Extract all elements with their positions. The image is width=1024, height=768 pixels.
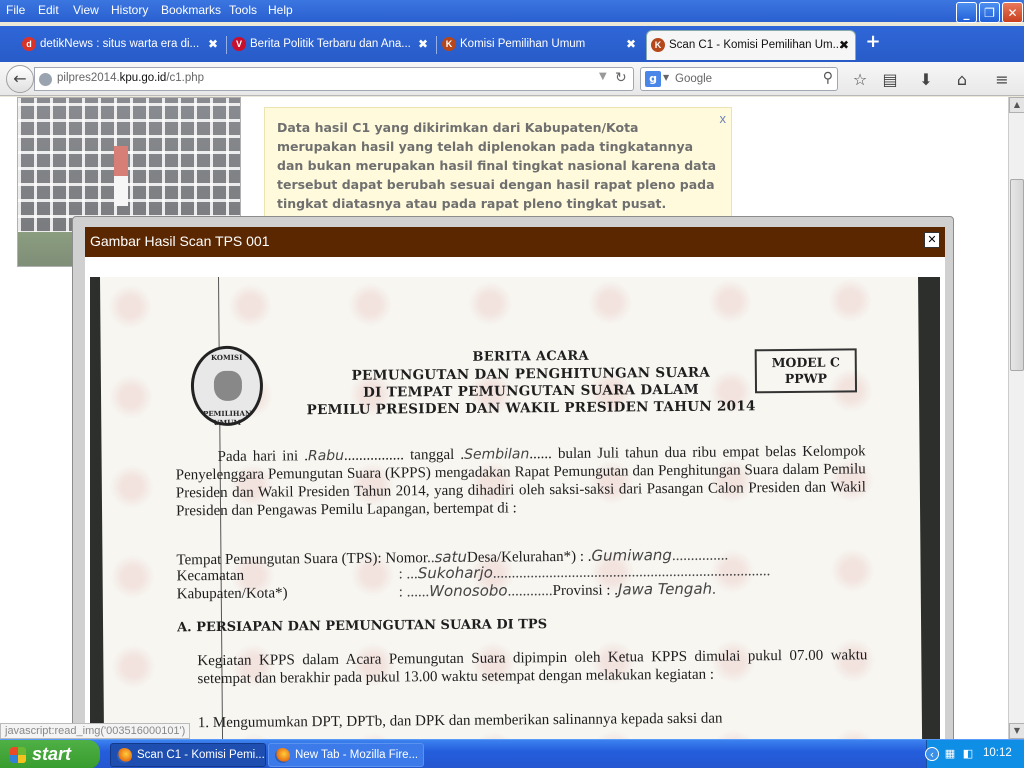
scroll-thumb[interactable] bbox=[1010, 179, 1024, 371]
menu-history[interactable]: History bbox=[111, 3, 148, 17]
tab-title: Scan C1 - Komisi Pemilihan Um... bbox=[669, 39, 843, 51]
tab-scan-c1[interactable]: K Scan C1 - Komisi Pemilihan Um... ✖ bbox=[646, 30, 856, 60]
globe-icon bbox=[39, 73, 52, 86]
kpu-favicon-icon: K bbox=[651, 38, 665, 52]
reading-list-icon[interactable]: ▤ bbox=[880, 70, 900, 90]
scanned-document: KOMISI PEMILIHAN UMUM BERITA ACARA PEMUN… bbox=[100, 277, 923, 739]
star-icon[interactable]: ☆ bbox=[850, 70, 870, 90]
url-dropdown-icon[interactable]: ▼ bbox=[599, 71, 607, 82]
scan-image: KOMISI PEMILIHAN UMUM BERITA ACARA PEMUN… bbox=[90, 277, 940, 739]
url-text: pilpres2014.kpu.go.id/c1.php bbox=[57, 72, 205, 84]
tab-close-icon[interactable]: ✖ bbox=[839, 31, 849, 59]
menu-view[interactable]: View bbox=[73, 3, 99, 17]
section-a-heading: A. PERSIAPAN DAN PEMUNGUTAN SUARA DI TPS bbox=[176, 617, 548, 636]
menu-edit[interactable]: Edit bbox=[38, 3, 59, 17]
model-box: MODEL C PPWP bbox=[754, 348, 858, 394]
vertical-scrollbar[interactable]: ▲ ▼ bbox=[1008, 97, 1024, 739]
tab-separator bbox=[436, 36, 437, 54]
windows-logo-icon bbox=[10, 747, 26, 763]
start-button[interactable]: start bbox=[0, 740, 100, 768]
taskbar-button-new-tab[interactable]: New Tab - Mozilla Fire... bbox=[268, 743, 424, 767]
clock: 10:12 bbox=[983, 747, 1012, 759]
handwritten-date: Sembilan bbox=[464, 446, 530, 463]
handwritten-day: Rabu bbox=[307, 447, 345, 465]
firefox-icon bbox=[117, 748, 132, 763]
menu-bookmarks[interactable]: Bookmarks bbox=[161, 3, 221, 17]
model-line-2: PPWP bbox=[784, 370, 828, 387]
url-bar[interactable]: pilpres2014.kpu.go.id/c1.php ▼ ↻ bbox=[34, 67, 634, 91]
section-a-paragraph: Kegiatan KPPS dalam Acara Pemungutan Sua… bbox=[197, 647, 868, 688]
intro-paragraph: Pada hari ini .Rabu................ tang… bbox=[175, 443, 866, 520]
detik-favicon-icon: d bbox=[22, 37, 36, 51]
modal-body: KOMISI PEMILIHAN UMUM BERITA ACARA PEMUN… bbox=[85, 257, 945, 739]
tab-title: Komisi Pemilihan Umum bbox=[460, 38, 586, 50]
tab-close-icon[interactable]: ✖ bbox=[626, 30, 636, 58]
scroll-down-icon[interactable]: ▼ bbox=[1009, 723, 1024, 739]
kpu-favicon-icon: K bbox=[442, 37, 456, 51]
minimize-button[interactable]: _ bbox=[956, 2, 977, 23]
system-tray: ‹ ▦ ◧ 10:12 bbox=[925, 740, 1024, 768]
tab-detiknews[interactable]: d detikNews : situs warta era di... ✖ bbox=[18, 30, 224, 60]
handwritten-provinsi: Jawa Tengah bbox=[617, 579, 713, 599]
menu-tools[interactable]: Tools bbox=[229, 3, 257, 17]
tab-komisi-pemilihan-umum[interactable]: K Komisi Pemilihan Umum ✖ bbox=[438, 30, 642, 60]
home-icon[interactable]: ⌂ bbox=[952, 70, 972, 90]
handwritten-kabupaten: Wonosobo bbox=[429, 581, 508, 601]
modal-header: Gambar Hasil Scan TPS 001 ✕ bbox=[85, 227, 945, 257]
status-link: javascript:read_img('003516000101') bbox=[0, 723, 191, 739]
doc-title-line-1: BERITA ACARA bbox=[472, 348, 589, 365]
scan-modal: Gambar Hasil Scan TPS 001 ✕ KOMISI PEMIL… bbox=[72, 216, 954, 739]
garuda-icon bbox=[213, 370, 243, 402]
taskbar-button-label: New Tab - Mozilla Fire... bbox=[295, 749, 419, 761]
taskbar-button-scan-c1[interactable]: Scan C1 - Komisi Pemi... bbox=[110, 743, 266, 767]
menu-icon[interactable]: ≡ bbox=[992, 70, 1012, 90]
restore-button[interactable]: ❐ bbox=[979, 2, 1000, 23]
menu-file[interactable]: File bbox=[6, 3, 25, 17]
reload-icon[interactable]: ↻ bbox=[615, 70, 627, 86]
search-input[interactable]: Google bbox=[675, 73, 712, 85]
start-label: start bbox=[32, 744, 72, 764]
modal-title: Gambar Hasil Scan TPS 001 bbox=[90, 233, 270, 249]
doc-title-line-4: PEMILU PRESIDEN DAN WAKIL PRESIDEN TAHUN… bbox=[306, 398, 756, 419]
network-icon[interactable]: ▦ bbox=[943, 747, 957, 761]
modal-close-button[interactable]: ✕ bbox=[924, 232, 940, 248]
tab-close-icon[interactable]: ✖ bbox=[418, 30, 428, 58]
window-close-button[interactable]: ✕ bbox=[1002, 2, 1023, 23]
kpu-seal-icon: KOMISI PEMILIHAN UMUM bbox=[190, 345, 264, 427]
menu-help[interactable]: Help bbox=[268, 3, 293, 17]
back-button[interactable]: ← bbox=[6, 65, 34, 93]
tab-title: detikNews : situs warta era di... bbox=[40, 38, 200, 50]
search-bar[interactable]: g ▼ Google ⚲ bbox=[640, 67, 838, 91]
firefox-icon bbox=[275, 748, 290, 763]
page-content: Data hasil C1 yang dikirimkan dari Kabup… bbox=[0, 97, 1008, 739]
volume-icon[interactable]: ◧ bbox=[961, 747, 975, 761]
menu-bar: File Edit View History Bookmarks Tools H… bbox=[0, 0, 1024, 23]
section-a-item-1: 1. Mengumumkan DPT, DPTb, dan DPK dan me… bbox=[197, 710, 723, 732]
taskbar-button-label: Scan C1 - Komisi Pemi... bbox=[137, 749, 265, 761]
tab-close-icon[interactable]: ✖ bbox=[208, 30, 218, 58]
new-tab-button[interactable]: + bbox=[864, 33, 882, 51]
taskbar: start Scan C1 - Komisi Pemi... New Tab -… bbox=[0, 739, 1024, 768]
tab-berita-politik[interactable]: V Berita Politik Terbaru dan Ana... ✖ bbox=[228, 30, 434, 60]
kabupaten-field: Kabupaten/Kota*) bbox=[176, 585, 288, 603]
search-icon[interactable]: ⚲ bbox=[823, 70, 833, 86]
google-engine-icon[interactable]: g bbox=[645, 71, 661, 87]
engine-dropdown-icon[interactable]: ▼ bbox=[663, 73, 669, 82]
navigation-bar: ← pilpres2014.kpu.go.id/c1.php ▼ ↻ g ▼ G… bbox=[0, 62, 1024, 96]
tab-separator bbox=[226, 36, 227, 54]
kecamatan-field: Kecamatan bbox=[176, 567, 245, 585]
tray-expand-icon[interactable]: ‹ bbox=[925, 747, 939, 761]
kabupaten-value: : ......Wonosobo............Provinsi : .… bbox=[398, 579, 716, 601]
tab-title: Berita Politik Terbaru dan Ana... bbox=[250, 38, 411, 50]
viva-favicon-icon: V bbox=[232, 37, 246, 51]
handwritten-kecamatan: Sukoharjo bbox=[417, 563, 493, 583]
model-line-1: MODEL C bbox=[771, 354, 840, 371]
scroll-up-icon[interactable]: ▲ bbox=[1009, 97, 1024, 113]
download-icon[interactable]: ⬇ bbox=[916, 70, 936, 90]
